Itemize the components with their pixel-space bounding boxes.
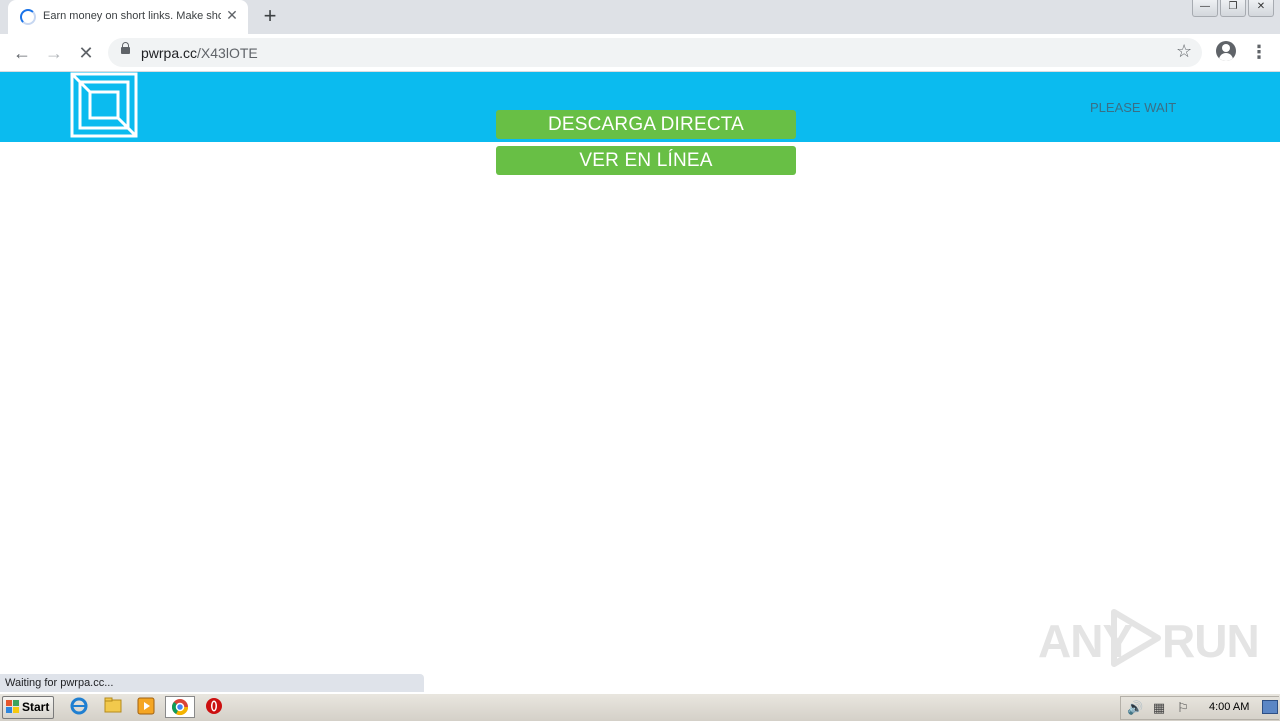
- network-icon[interactable]: ▦: [1151, 700, 1167, 716]
- chrome-icon[interactable]: [165, 696, 195, 718]
- watermark-right-text: RUN: [1162, 615, 1260, 667]
- tab-close-button[interactable]: ✕: [224, 7, 240, 23]
- show-desktop-icon[interactable]: [1262, 700, 1278, 714]
- profile-avatar-icon[interactable]: [1216, 41, 1236, 61]
- browser-tab[interactable]: Earn money on short links. Make short li…: [8, 0, 248, 34]
- close-window-button[interactable]: ✕: [1248, 0, 1274, 17]
- new-tab-button[interactable]: +: [259, 5, 281, 27]
- url-text[interactable]: pwrpa.cc/X43lOTE: [141, 45, 258, 61]
- minimize-button[interactable]: —: [1192, 0, 1218, 17]
- opera-icon[interactable]: [203, 697, 225, 718]
- action-center-flag-icon[interactable]: ⚐: [1175, 700, 1191, 716]
- status-bubble: Waiting for pwrpa.cc...: [0, 674, 424, 692]
- windows-logo-icon: [6, 700, 19, 713]
- play-icon: [1111, 609, 1161, 667]
- system-tray: 🔊 ▦ ⚐ 4:00 AM: [1120, 696, 1279, 720]
- tab-title: Earn money on short links. Make short li…: [43, 10, 221, 22]
- volume-icon[interactable]: 🔊: [1127, 700, 1143, 716]
- url-path: /X43lOTE: [197, 45, 258, 61]
- view-online-button[interactable]: VER EN LÍNEA: [496, 146, 796, 175]
- browser-menu-icon[interactable]: ⋮: [1250, 41, 1268, 65]
- clock[interactable]: 4:00 AM: [1209, 701, 1249, 713]
- browser-toolbar: ← → ✕ pwrpa.cc/X43lOTE ☆ ⋮: [0, 34, 1280, 72]
- back-button[interactable]: ←: [10, 41, 34, 65]
- tab-strip: Earn money on short links. Make short li…: [0, 0, 1280, 34]
- start-button[interactable]: Start: [2, 696, 54, 719]
- bookmark-star-icon[interactable]: ☆: [1176, 41, 1192, 62]
- anyrun-watermark: ANY RUN: [1038, 608, 1260, 668]
- start-label: Start: [22, 700, 50, 714]
- address-bar[interactable]: pwrpa.cc/X43lOTE ☆: [108, 38, 1202, 67]
- site-logo-icon[interactable]: [70, 72, 138, 138]
- loading-spinner-icon: [20, 9, 36, 25]
- internet-explorer-icon[interactable]: [68, 697, 90, 718]
- please-wait-text: PLEASE WAIT: [1090, 100, 1177, 115]
- restore-button[interactable]: ❐: [1220, 0, 1246, 17]
- folder-icon[interactable]: [102, 697, 124, 718]
- lock-icon[interactable]: [121, 42, 130, 54]
- url-host: pwrpa.cc: [141, 45, 198, 61]
- forward-button[interactable]: →: [42, 41, 66, 65]
- direct-download-button[interactable]: DESCARGA DIRECTA: [496, 110, 796, 139]
- window-controls: — ❐ ✕: [1190, 0, 1274, 18]
- taskbar: Start 🔊 ▦ ⚐ 4:00 AM: [0, 693, 1280, 721]
- stop-loading-button[interactable]: ✕: [74, 41, 98, 65]
- media-player-icon[interactable]: [135, 697, 157, 718]
